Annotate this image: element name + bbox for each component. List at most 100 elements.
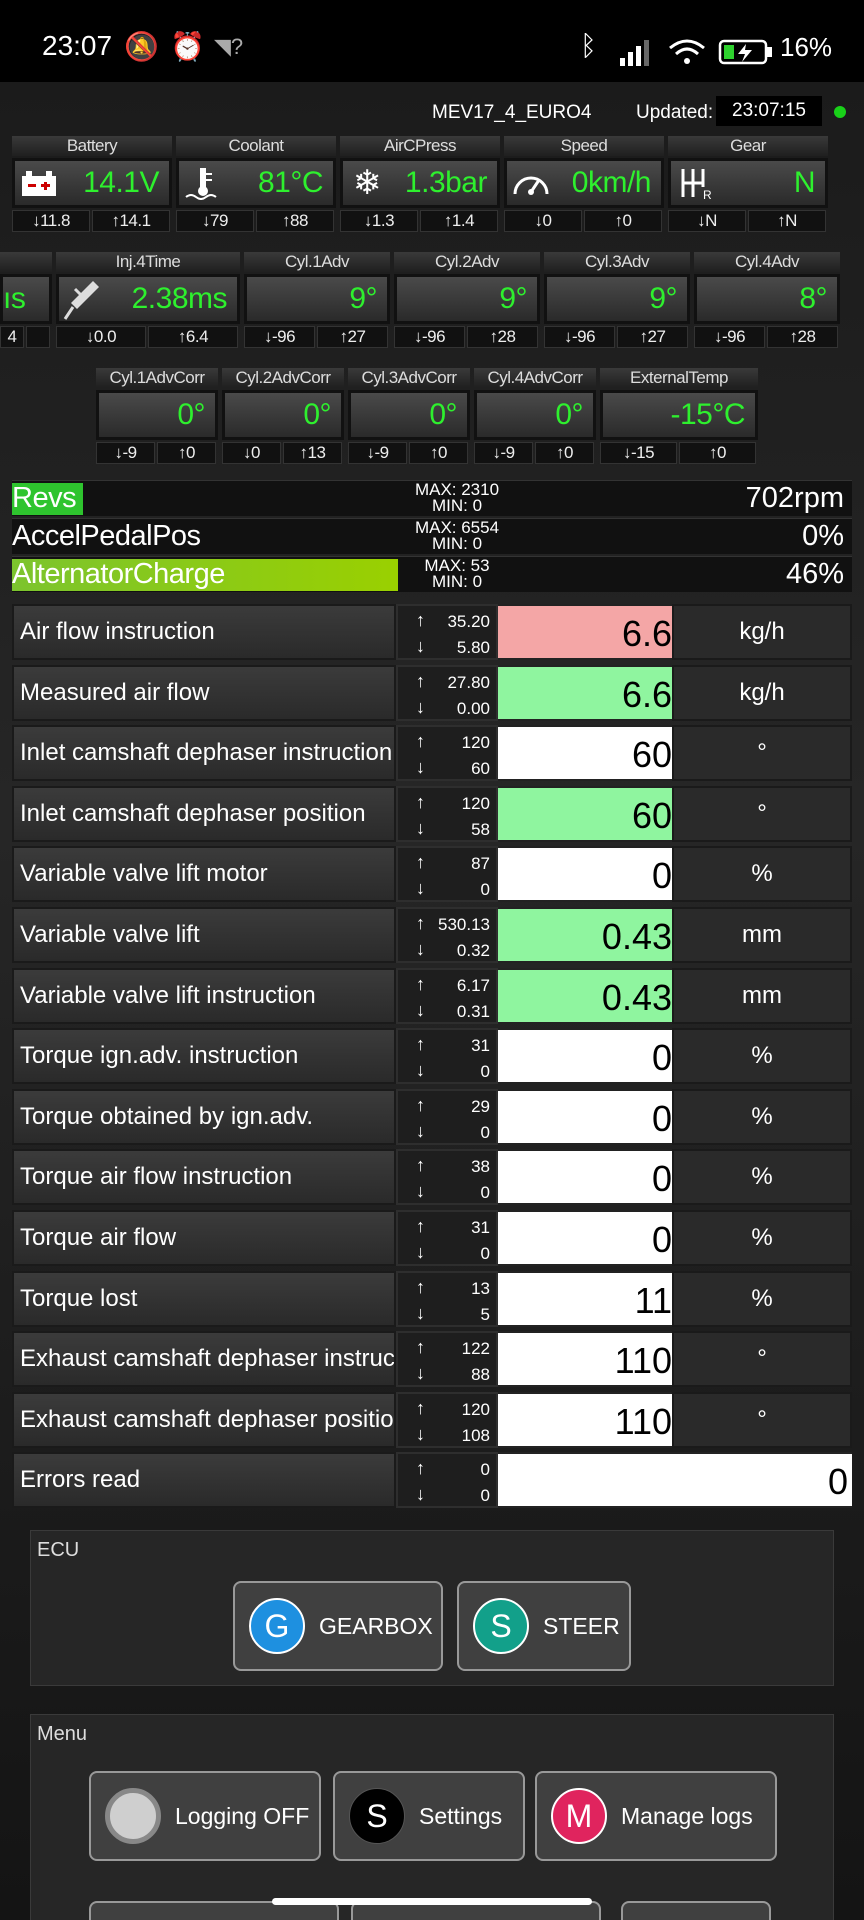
row-unit: mm	[672, 907, 852, 963]
table-row[interactable]: Torque ign.adv. instruction ↑ 31 ↓ 0 0%	[12, 1028, 852, 1085]
status-bar: 23:07 🔕 ⏰ ◥? ᛒ 16%	[0, 0, 864, 82]
arrow-down-icon: ↓	[416, 1423, 425, 1444]
gauge-title: Cyl.3AdvCorr	[348, 368, 470, 388]
bar-min: MIN: 0	[431, 534, 483, 553]
gauge-cyl-3adv[interactable]: Cyl.3Adv 9° ↓-96 ↑27	[544, 248, 690, 350]
row-min: 0	[480, 880, 490, 900]
gauge-partial[interactable]: ıs 4	[0, 248, 52, 350]
table-row[interactable]: Exhaust camshaft dephaser instruction ↑ 12…	[12, 1331, 852, 1388]
gauge-min-max: 4	[0, 326, 52, 348]
row-min: 5	[480, 1304, 490, 1324]
table-row[interactable]: Torque air flow ↑ 31 ↓ 0 0%	[12, 1210, 852, 1266]
table-row[interactable]: Inlet camshaft dephaser position ↑ 120 ↓ 58 6…	[12, 785, 852, 842]
row-max: 31	[471, 1218, 490, 1237]
table-row[interactable]: Air flow instruction ↑ 35.20 ↓ 5.80 6.6 kg/h	[12, 604, 852, 660]
gauge-max: ↑1.4	[420, 210, 498, 232]
row-name: Inlet camshaft dephaser position	[12, 785, 396, 842]
gauge-max	[26, 326, 50, 348]
gear-shift-icon: R	[671, 161, 719, 205]
row-min: 60	[471, 759, 490, 779]
gauge-coolant[interactable]: Coolant 81°C ↓79 ↑88	[176, 132, 336, 234]
gauge-min-max: ↓-15 ↑0	[600, 442, 758, 464]
steer-circle-icon: S	[473, 1598, 529, 1654]
gauge-cyl-2adv[interactable]: Cyl.2Adv 9° ↓-96 ↑28	[394, 248, 540, 350]
gauge-title: Battery	[12, 136, 172, 156]
gauge-gear[interactable]: Gear R N ↓N ↑N	[668, 132, 828, 234]
row-unit: kg/h	[672, 664, 852, 721]
gauge-inj-4time[interactable]: Inj.4Time 2.38ms ↓0.0 ↑6.4	[56, 248, 240, 350]
steer-letter: S	[490, 1607, 512, 1644]
home-indicator[interactable]	[272, 1898, 592, 1905]
row-max: 35.20	[447, 612, 490, 631]
gauge-cyl-4adv[interactable]: Cyl.4Adv 8° ↓-96 ↑28	[694, 248, 840, 350]
gauge-value: 0°	[429, 398, 457, 431]
row-min: 0	[480, 1122, 490, 1142]
bar-name: Revs	[12, 482, 77, 514]
row-min: 0.31	[456, 1001, 490, 1021]
svg-text:R: R	[703, 188, 712, 201]
row-min: 0	[480, 1244, 490, 1263]
gauge-aircpress[interactable]: AirCPress ❄ 1.3bar ↓1.3 ↑1.4	[340, 132, 500, 234]
row-min-max: ↑ 122 ↓ 88	[396, 1331, 498, 1388]
bar-value: 0%	[802, 520, 844, 552]
row-max: 31	[471, 1036, 490, 1056]
logging-label: Logging OFF	[175, 1802, 310, 1829]
bar-name: AccelPedalPos	[12, 520, 201, 552]
gauge-min: 4	[0, 326, 24, 348]
table-row[interactable]: Measured air flow ↑ 27.80 ↓ 0.00 6.6 kg/h	[12, 664, 852, 721]
ecu-panel-title: ECU	[37, 1539, 80, 1561]
gauge-min-max: ↓0.0 ↑6.4	[56, 326, 240, 348]
gauge-cyl-2advcorr[interactable]: Cyl.2AdvCorr 0° ↓0 ↑13	[222, 364, 344, 466]
gauge-min: ↓-96	[694, 326, 765, 348]
gearbox-button[interactable]: G GEARBOX	[233, 1581, 443, 1671]
gauge-body: 9°	[544, 274, 690, 324]
table-row[interactable]: Torque obtained by ign.adv. ↑ 29 ↓ 0 0%	[12, 1088, 852, 1145]
ecu-panel: ECU G GEARBOX S STEER	[30, 1530, 834, 1686]
table-row[interactable]: Variable valve lift motor ↑ 87 ↓ 0 0%	[12, 846, 852, 903]
bar-min: MIN: 0	[431, 496, 483, 515]
gauge-cyl-1advcorr[interactable]: Cyl.1AdvCorr 0° ↓-9 ↑0	[96, 364, 218, 466]
settings-button[interactable]: S Settings	[333, 1771, 525, 1861]
logging-toggle-button[interactable]: Logging OFF	[89, 1771, 321, 1861]
updated-time: 23:07:15	[716, 96, 822, 126]
steer-button[interactable]: S STEER	[457, 1581, 631, 1671]
gauge-cyl-4advcorr[interactable]: Cyl.4AdvCorr 0° ↓-9 ↑0	[474, 364, 596, 466]
gauge-battery[interactable]: Battery 14.1V ↓11.8 ↑14.1	[12, 132, 172, 234]
table-row[interactable]: Inlet camshaft dephaser instruction ↑ 120 ↓…	[12, 725, 852, 782]
gauge-row-1: Battery 14.1V ↓11.8 ↑14.1 Coolant 81°C ↓79 ↑88 A…	[12, 132, 864, 236]
row-min: 5.80	[456, 638, 490, 657]
gauge-max: ↑27	[317, 326, 388, 348]
bluetooth-icon: ᛒ	[580, 30, 597, 61]
manage-logs-button[interactable]: M Manage logs	[535, 1771, 777, 1861]
gauge-max: ↑N	[748, 210, 826, 232]
gauge-speed[interactable]: Speed 0km/h ↓0 ↑0	[504, 132, 664, 234]
gauge-value: 0°	[555, 398, 583, 431]
row-value: 0	[498, 1210, 672, 1266]
gauge-cyl-3advcorr[interactable]: Cyl.3AdvCorr 0° ↓-9 ↑0	[348, 364, 470, 466]
gauge-max: ↑0	[535, 442, 594, 464]
speedometer-icon	[507, 161, 555, 205]
row-name: Variable valve lift instruction	[12, 967, 396, 1024]
table-row[interactable]: Exhaust camshaft dephaser position ↑ 120 ↓ 1…	[12, 1391, 852, 1448]
gauge-min-max: ↓-9 ↑0	[348, 442, 470, 464]
manage-logs-letter: M	[565, 1797, 593, 1834]
app-screen: MEV17_4_EURO4 Updated: 23:07:15 Battery 1…	[0, 82, 864, 1920]
gauge-cyl-1adv[interactable]: Cyl.1Adv 9° ↓-96 ↑27	[244, 248, 390, 350]
table-row[interactable]: Torque air flow instruction ↑ 38 ↓ 0 0%	[12, 1149, 852, 1206]
gauge-externaltemp[interactable]: ExternalTemp -15°C ↓-15 ↑0	[600, 364, 758, 466]
connection-indicator	[834, 106, 846, 118]
table-row[interactable]: Variable valve lift instruction ↑ 6.17 ↓ 0.3…	[12, 967, 852, 1024]
row-min-max: ↑ 6.17 ↓ 0.31	[396, 967, 498, 1024]
menu-button-partial[interactable]	[621, 1901, 771, 1920]
arrow-up-icon: ↑	[416, 1155, 425, 1176]
manage-logs-label: Manage logs	[621, 1802, 753, 1829]
row-unit: °	[672, 725, 852, 782]
table-row[interactable]: Torque lost ↑ 13 ↓ 5 11%	[12, 1270, 852, 1327]
coolant-temp-icon	[179, 161, 227, 205]
injector-icon	[59, 277, 107, 321]
gauge-title	[0, 252, 52, 272]
arrow-up-icon: ↑	[416, 1458, 425, 1479]
table-row[interactable]: Variable valve lift ↑ 530.13 ↓ 0.32 0.43 mm	[12, 907, 852, 963]
table-row[interactable]: Errors read ↑ 0 ↓ 0 0	[12, 1452, 852, 1509]
row-max: 29	[471, 1096, 490, 1116]
